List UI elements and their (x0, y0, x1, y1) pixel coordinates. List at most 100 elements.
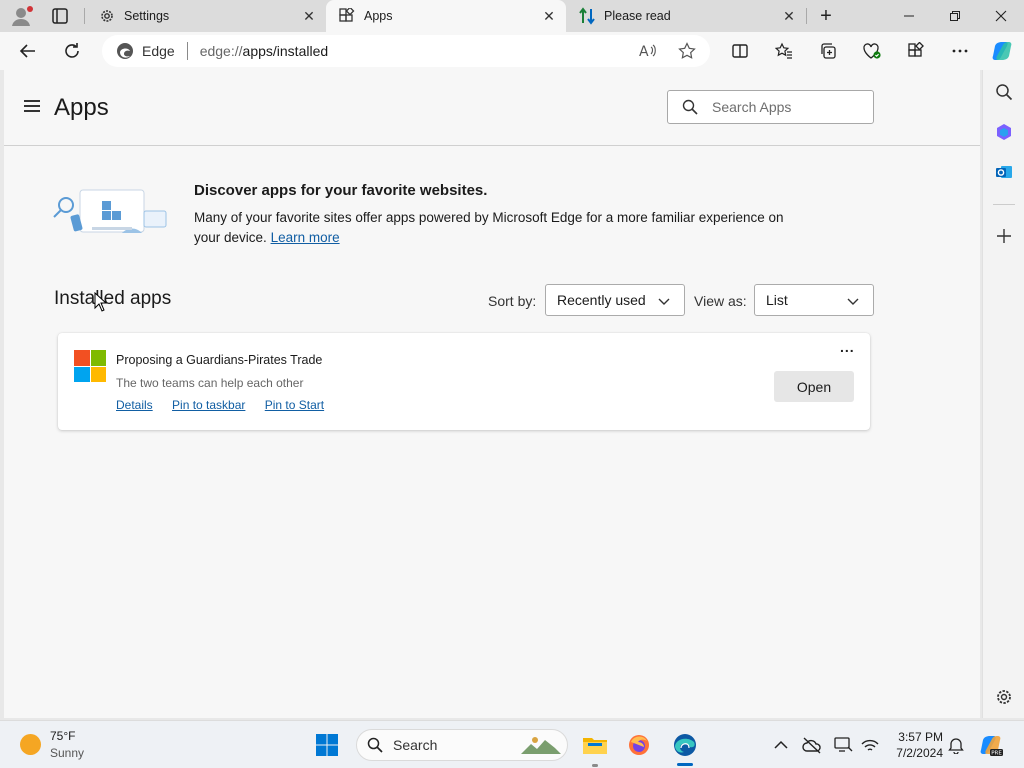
address-bar[interactable]: Edge edge://apps/installed A (102, 35, 710, 67)
tab-separator (806, 8, 807, 24)
gear-icon (98, 7, 116, 25)
discover-title: Discover apps for your favorite websites… (194, 182, 488, 199)
collections-icon[interactable] (813, 36, 843, 66)
tab-actions-icon[interactable] (48, 6, 72, 26)
pin-to-taskbar-link[interactable]: Pin to taskbar (172, 398, 245, 412)
firefox-icon[interactable] (624, 730, 654, 760)
search-icon (367, 737, 383, 753)
windows-start-icon[interactable] (312, 730, 342, 760)
search-placeholder: Search Apps (712, 99, 792, 115)
split-screen-icon[interactable] (725, 36, 755, 66)
pin-to-start-link[interactable]: Pin to Start (265, 398, 324, 412)
weather-condition: Sunny (50, 746, 85, 760)
display-icon[interactable] (828, 730, 858, 760)
svg-text:PRE: PRE (991, 751, 1002, 757)
chevron-down-icon (658, 294, 670, 306)
clock-time[interactable]: 3:57 PM (893, 730, 943, 744)
menu-icon[interactable] (24, 100, 40, 112)
url-path: apps/installed (242, 43, 329, 59)
restore-icon[interactable] (932, 0, 978, 32)
sort-select[interactable]: Recently used (545, 284, 685, 316)
search-icon[interactable] (992, 80, 1016, 104)
search-highlight-icon (519, 734, 563, 756)
microsoft-logo-icon (74, 350, 106, 382)
learn-more-link[interactable]: Learn more (271, 230, 340, 245)
favorites-icon[interactable] (769, 36, 799, 66)
cloud-sync-icon[interactable] (797, 730, 827, 760)
apps-page: Apps Search Apps Discover apps for your … (4, 70, 980, 718)
site-label: Edge (142, 43, 175, 59)
tab-label: Please read (604, 9, 671, 23)
discover-body: Many of your favorite sites offer apps p… (194, 208, 804, 248)
app-description: The two teams can help each other (116, 376, 304, 390)
edge-browser-icon[interactable] (670, 730, 700, 760)
sidebar-divider (993, 204, 1015, 205)
open-button[interactable]: Open (774, 371, 854, 402)
back-icon[interactable] (13, 36, 43, 66)
profile-avatar-icon[interactable] (10, 5, 34, 27)
tab-apps[interactable]: Apps ✕ (326, 0, 566, 32)
close-tab-icon[interactable]: ✕ (778, 5, 800, 27)
tab-label: Settings (124, 9, 170, 23)
app-card: Proposing a Guardians-Pirates Trade The … (58, 333, 870, 430)
sort-value: Recently used (557, 292, 646, 308)
search-icon (682, 99, 698, 115)
clock-date[interactable]: 7/2/2024 (883, 746, 943, 760)
running-indicator (592, 764, 598, 767)
minimize-icon[interactable] (886, 0, 932, 32)
close-tab-icon[interactable]: ✕ (538, 5, 560, 27)
browser-essentials-icon[interactable] (857, 36, 887, 66)
close-window-icon[interactable] (978, 0, 1024, 32)
tab-label: Apps (364, 9, 393, 23)
up-down-arrows-icon (578, 7, 596, 25)
toolbar: Edge edge://apps/installed A (0, 32, 1024, 70)
header-divider (4, 145, 980, 146)
view-label: View as: (694, 293, 747, 309)
taskbar: 75°F Sunny Search 3:57 PM 7/2/2024 PRE (0, 720, 1024, 768)
discover-illustration (52, 185, 170, 245)
show-hidden-icons-icon[interactable] (766, 730, 796, 760)
edge-sidebar (982, 70, 1024, 718)
notification-bell-icon[interactable] (941, 730, 971, 760)
tab-please-read[interactable]: Please read ✕ (566, 0, 806, 32)
tab-separator (84, 8, 85, 24)
new-tab-icon[interactable]: + (814, 4, 838, 28)
taskbar-search-label: Search (393, 737, 438, 753)
refresh-icon[interactable] (57, 36, 87, 66)
installed-apps-title: Installed apps (54, 288, 172, 309)
more-options-icon[interactable] (945, 36, 975, 66)
view-value: List (766, 292, 788, 308)
favorite-star-icon[interactable] (677, 41, 697, 61)
app-name: Proposing a Guardians-Pirates Trade (116, 353, 323, 367)
search-input[interactable]: Search Apps (667, 90, 874, 124)
more-actions-button[interactable]: ... (840, 339, 855, 355)
weather-temperature: 75°F (50, 729, 76, 743)
apps-icon (338, 7, 356, 25)
address-divider (186, 42, 188, 60)
app-links: Details Pin to taskbar Pin to Start (116, 398, 340, 412)
page-title: Apps (54, 94, 109, 121)
network-icon[interactable] (855, 730, 885, 760)
view-select[interactable]: List (754, 284, 874, 316)
mouse-cursor-icon (94, 291, 108, 312)
close-tab-icon[interactable]: ✕ (298, 5, 320, 27)
taskbar-search[interactable]: Search (356, 729, 568, 761)
sun-weather-icon[interactable] (20, 734, 41, 755)
url-text: edge://apps/installed (200, 43, 328, 59)
tab-settings[interactable]: Settings ✕ (86, 0, 326, 32)
active-app-indicator (677, 763, 693, 766)
copilot-icon[interactable] (987, 36, 1017, 66)
extensions-icon[interactable] (901, 36, 931, 66)
edge-logo-icon (116, 42, 134, 60)
outlook-icon[interactable] (992, 160, 1016, 184)
file-explorer-icon[interactable] (580, 730, 610, 760)
read-aloud-icon[interactable]: A (638, 41, 658, 61)
details-link[interactable]: Details (116, 398, 153, 412)
svg-text:A: A (639, 44, 649, 59)
add-icon[interactable] (992, 224, 1016, 248)
m365-icon[interactable] (992, 120, 1016, 144)
chevron-down-icon (847, 294, 859, 306)
settings-gear-icon[interactable] (992, 685, 1016, 709)
tab-strip: Settings ✕ Apps ✕ Please read ✕ + (0, 0, 1024, 32)
copilot-preview-icon[interactable]: PRE (976, 730, 1006, 760)
